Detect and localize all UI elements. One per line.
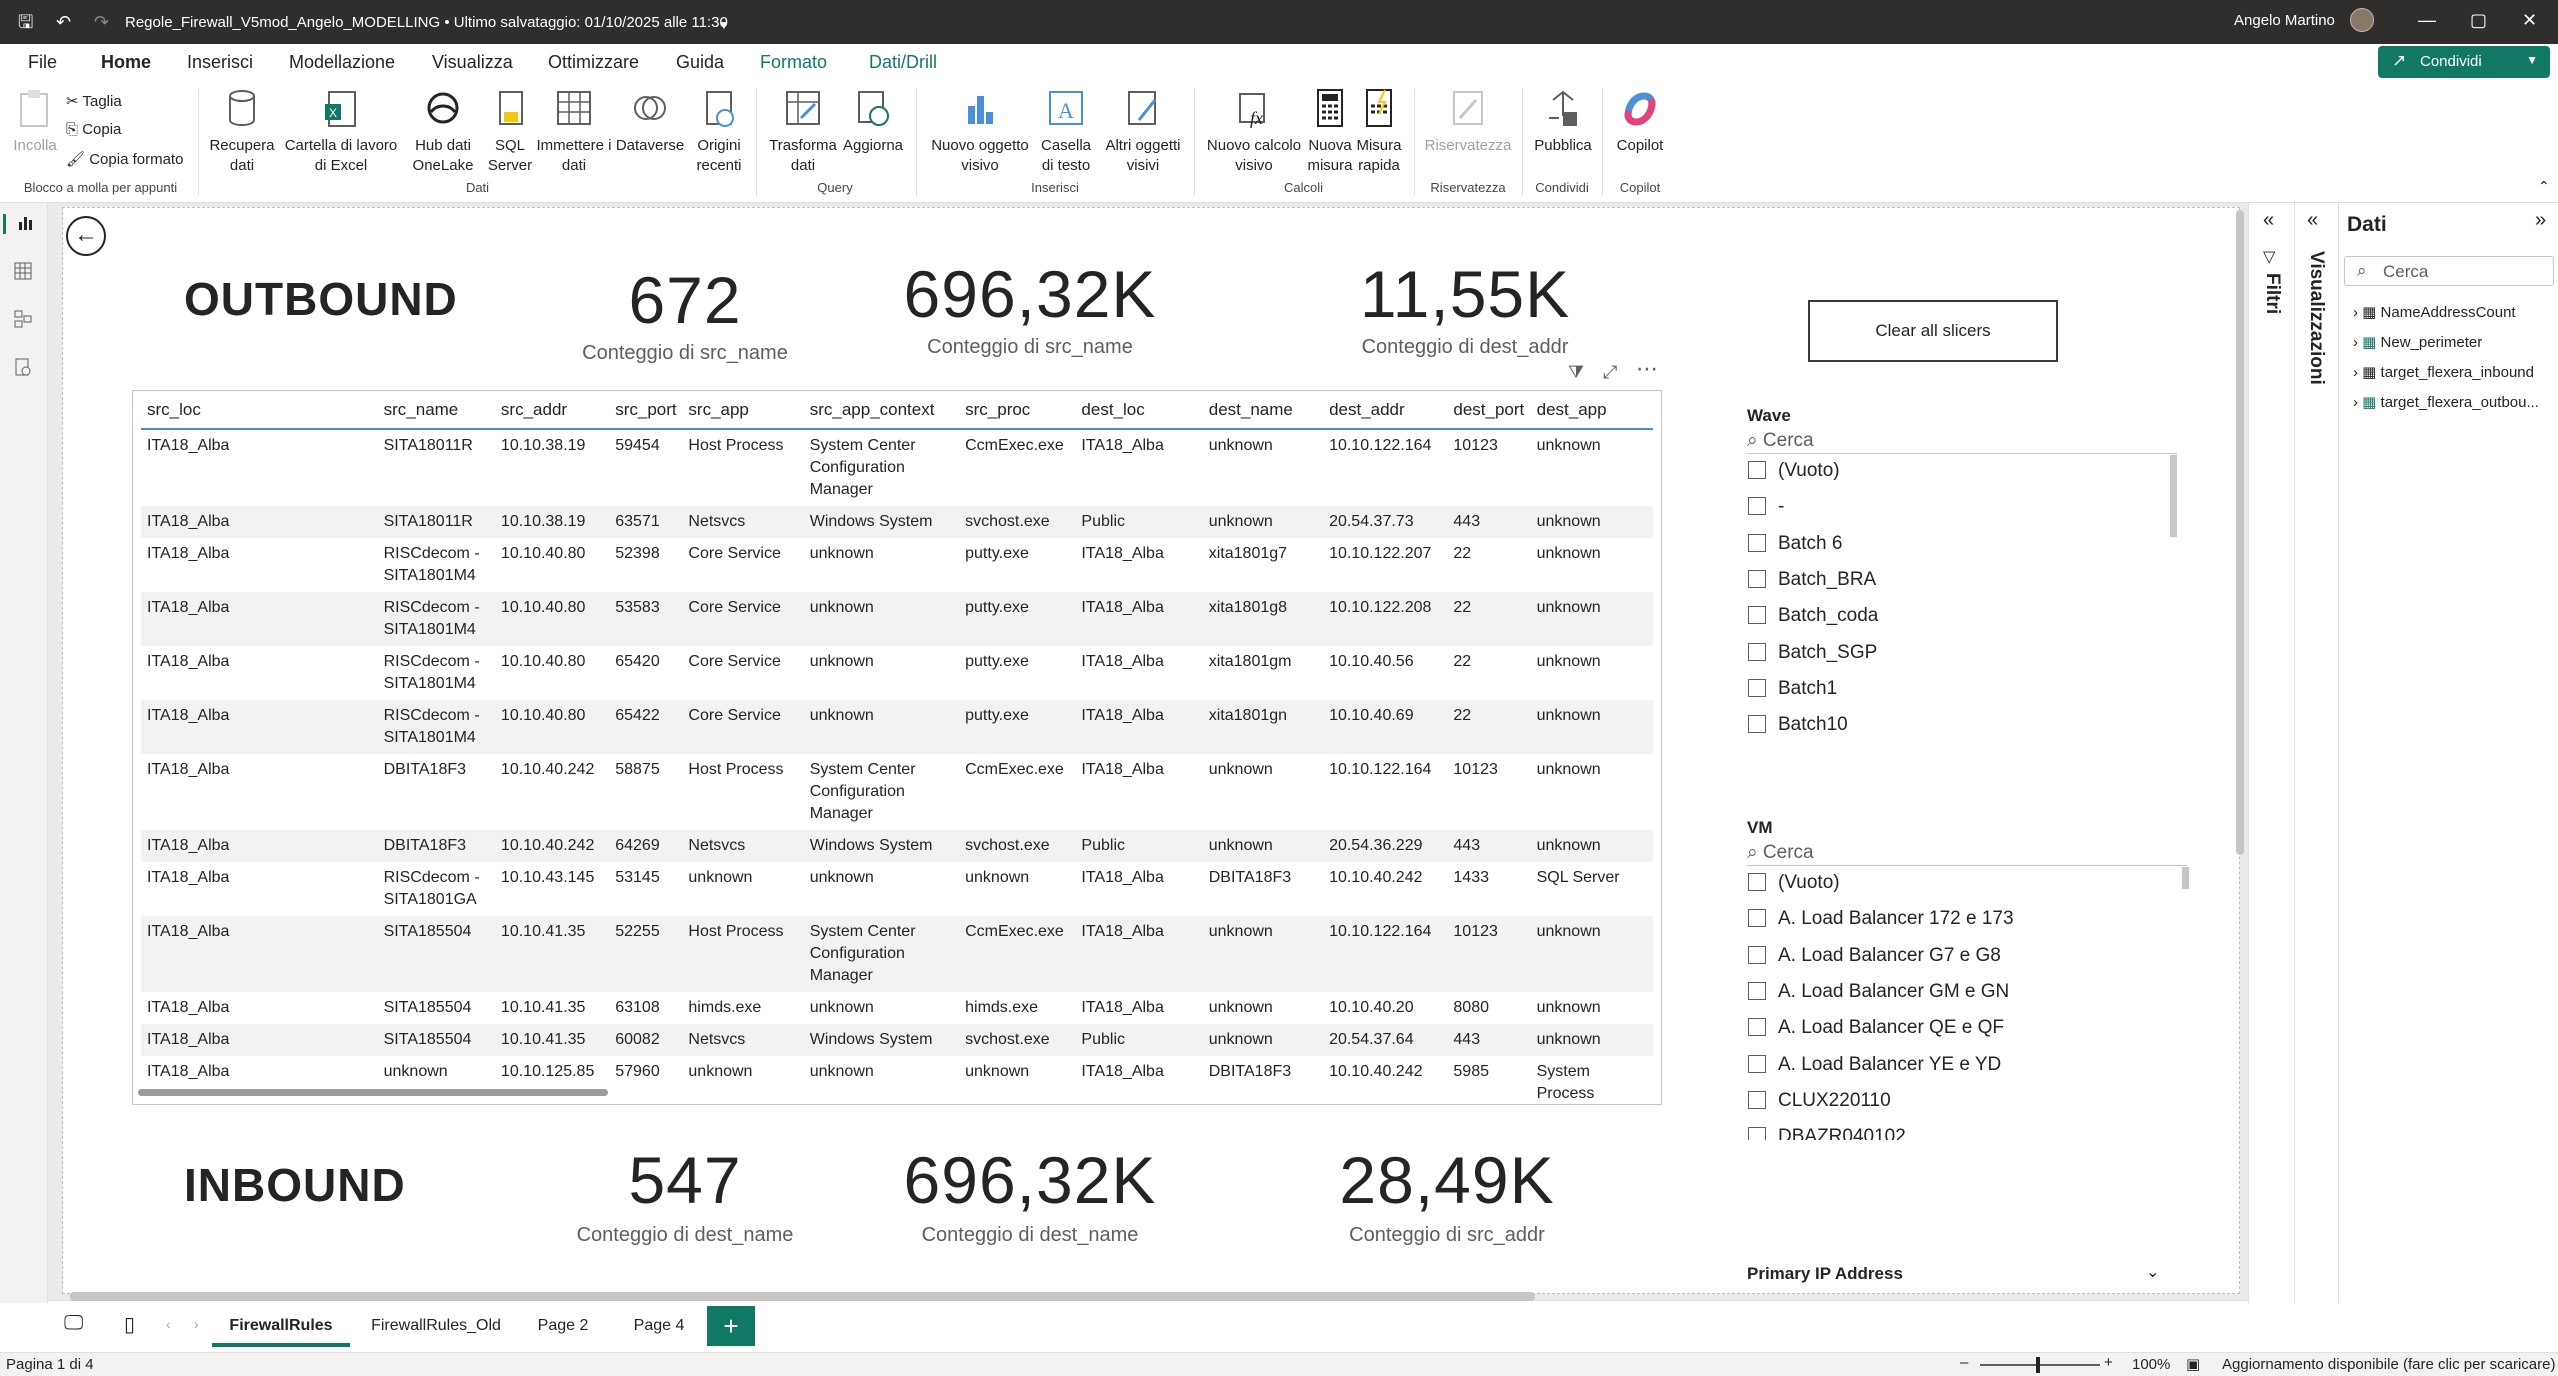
share-icon: ↗	[2392, 51, 2407, 70]
vm-slicer-item-label: (Vuoto)	[1778, 872, 1840, 893]
fit-page-icon[interactable]: ▣	[2186, 1355, 2200, 1373]
zoom-out-icon[interactable]: –	[1960, 1354, 1968, 1371]
field-table[interactable]: › ▦ New_perimeter	[2353, 333, 2482, 351]
maximize-icon[interactable]: ▢	[2470, 10, 2487, 31]
vm-slicer-item[interactable]: DBAZR040102	[1748, 1126, 1906, 1140]
chevron-down-icon: ▼	[2526, 53, 2538, 67]
checkbox[interactable]	[1748, 873, 1766, 891]
vm-slicer-list: (Vuoto) A. Load Balancer 172 e 173 A. Load…	[0, 0, 2190, 1140]
add-page-button[interactable]: +	[707, 1306, 755, 1346]
vm-slicer-item-label: A. Load Balancer GM e GN	[1778, 980, 2010, 1002]
page-tab[interactable]: Page 2	[520, 1305, 606, 1347]
table-icon: ▦	[2362, 304, 2377, 321]
field-table[interactable]: › ▦ target_flexera_outbou...	[2353, 393, 2539, 411]
vm-slicer-item-label: A. Load Balancer QE e QF	[1778, 1017, 2005, 1039]
table-icon: ▦	[2362, 394, 2377, 411]
kpi-card-label: Conteggio di src_addr	[1349, 1224, 1545, 1246]
vm-slicer-item-label: A. Load Balancer 172 e 173	[1778, 908, 2014, 930]
kpi-card-value: 696,32K	[903, 1143, 1157, 1217]
checkbox[interactable]	[1748, 1127, 1766, 1140]
checkbox[interactable]	[1748, 981, 1766, 1000]
inbound-title: INBOUND	[184, 1159, 406, 1211]
field-table-label: target_flexera_outbou...	[2380, 394, 2539, 411]
filter-icon: ▽	[2263, 249, 2276, 266]
filters-pane[interactable]: « ▽ Filtri	[2248, 203, 2294, 1303]
zoom-slider[interactable]	[1980, 1364, 2100, 1366]
checkbox[interactable]	[1748, 1090, 1766, 1109]
table-icon: ▦	[2362, 364, 2377, 381]
chevron-right-icon: ›	[2353, 334, 2358, 351]
checkbox[interactable]	[1748, 1018, 1766, 1037]
filters-label: Filtri	[2262, 273, 2283, 315]
user-name: Angelo Martino	[2234, 12, 2335, 29]
data-search-input[interactable]: ⌕ Cerca	[2344, 256, 2554, 286]
visualizations-pane[interactable]: « Visualizzazioni	[2294, 203, 2338, 1303]
close-icon[interactable]: ✕	[2522, 10, 2537, 31]
expand-icon[interactable]: «	[2263, 209, 2274, 232]
desktop-layout-icon[interactable]: 🖵	[64, 1312, 83, 1335]
page-tab[interactable]: FirewallRules_Old	[360, 1305, 512, 1347]
kpi-card-value: 28,49K	[1339, 1143, 1555, 1217]
visualizations-label: Visualizzazioni	[2306, 251, 2327, 385]
vm-slicer-item[interactable]: A. Load Balancer GM e GN	[1748, 981, 2009, 1007]
vm-slicer-item-label: A. Load Balancer YE e YD	[1778, 1053, 2002, 1075]
share-label: Condividi	[2420, 53, 2482, 70]
field-table[interactable]: › ▦ target_flexera_inbound	[2353, 363, 2534, 381]
chevron-right-icon: ›	[2353, 304, 2358, 321]
zoom-in-icon[interactable]: +	[2104, 1354, 2113, 1371]
vm-slicer-item-label: CLUX220110	[1778, 1089, 1891, 1111]
minimize-icon[interactable]: —	[2418, 10, 2436, 31]
kpi-card-label: Conteggio di dest_name	[921, 1224, 1139, 1246]
vm-slicer-item[interactable]: A. Load Balancer YE e YD	[1748, 1054, 2001, 1080]
expand-icon[interactable]: «	[2307, 209, 2318, 232]
page-tab[interactable]: FirewallRules	[212, 1305, 350, 1347]
field-table-label: NameAddressCount	[2380, 304, 2516, 321]
collapse-icon[interactable]: »	[2535, 209, 2546, 232]
vm-slicer-item[interactable]: A. Load Balancer QE e QF	[1748, 1017, 2004, 1043]
primary-ip-slicer-title: Primary IP Address	[1747, 1264, 1903, 1283]
search-icon: ⌕	[2357, 261, 2367, 280]
status-bar: Pagina 1 di 4 – + 100% ▣ Aggiornamento d…	[0, 1352, 2558, 1376]
zoom-level: 100%	[2132, 1356, 2171, 1373]
vm-slicer-item[interactable]: A. Load Balancer 172 e 173	[1748, 908, 2014, 934]
field-table[interactable]: › ▦ NameAddressCount	[2353, 303, 2516, 321]
page-info: Pagina 1 di 4	[6, 1356, 94, 1373]
chevron-right-icon: ›	[2353, 394, 2358, 411]
data-pane-title: Dati	[2347, 213, 2387, 236]
kpi-card-label: Conteggio di dest_name	[576, 1224, 794, 1246]
data-pane: Dati » ⌕ Cerca › ▦ NameAddressCount › ▦ …	[2338, 203, 2558, 1303]
vm-slicer-item[interactable]: CLUX220110	[1748, 1090, 1891, 1116]
canvas-vertical-scrollbar[interactable]	[2236, 210, 2244, 855]
vm-slicer-item-label: A. Load Balancer G7 e G8	[1778, 944, 2001, 966]
data-search-placeholder: Cerca	[2383, 262, 2429, 281]
canvas-horizontal-scrollbar[interactable]	[70, 1292, 1535, 1301]
page-tab[interactable]: Page 4	[614, 1305, 704, 1347]
table-icon: ▦	[2362, 334, 2377, 351]
checkbox[interactable]	[1748, 945, 1766, 964]
chevron-left-icon[interactable]: ‹	[166, 1316, 171, 1332]
field-table-label: target_flexera_inbound	[2380, 364, 2534, 381]
checkbox[interactable]	[1748, 1054, 1766, 1073]
checkbox[interactable]	[1748, 909, 1766, 928]
chevron-down-icon[interactable]: ⌄	[2146, 1262, 2159, 1282]
vm-slicer-item[interactable]: (Vuoto)	[1748, 872, 1840, 898]
share-button[interactable]: ↗ Condividi ▼	[2378, 46, 2550, 78]
mobile-layout-icon[interactable]: ▯	[124, 1312, 135, 1337]
vm-slicer-item[interactable]: A. Load Balancer G7 e G8	[1748, 945, 2001, 971]
chevron-right-icon: ›	[2353, 364, 2358, 381]
update-available[interactable]: Aggiornamento disponibile (fare clic per…	[2222, 1356, 2556, 1373]
zoom-slider-thumb[interactable]	[2036, 1357, 2040, 1373]
kpi-card-value: 547	[628, 1143, 742, 1217]
avatar[interactable]	[2350, 8, 2374, 32]
chevron-up-icon[interactable]: ⌃	[2538, 178, 2550, 195]
chevron-right-icon[interactable]: ›	[194, 1316, 199, 1332]
field-table-label: New_perimeter	[2380, 334, 2483, 351]
vm-scrollbar[interactable]	[2182, 867, 2189, 889]
vm-slicer-item-label: DBAZR040102	[1778, 1126, 1906, 1140]
